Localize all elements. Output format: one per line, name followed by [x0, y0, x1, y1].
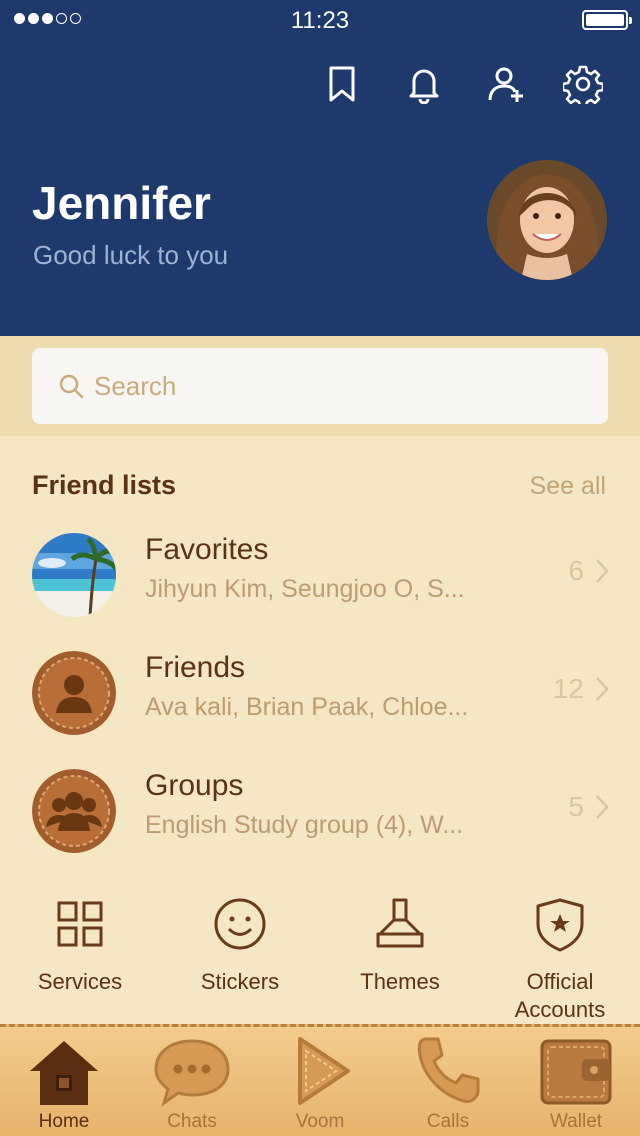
- bookmark-button[interactable]: [320, 62, 364, 106]
- friend-list-members: Ava kali, Brian Paak, Chloe...: [145, 693, 469, 721]
- tab-wallet-label: Wallet: [549, 1111, 603, 1132]
- friend-list-favorites[interactable]: Favorites Jihyun Kim, Seungjoo O, S... 6: [0, 523, 640, 633]
- themes-label: Themes: [360, 969, 440, 994]
- chevron-right-icon: [596, 559, 609, 583]
- friend-list-count: 5: [568, 791, 584, 822]
- battery-icon: [582, 10, 632, 30]
- bell-icon: [409, 69, 439, 104]
- groups-thumbnail: [32, 769, 116, 853]
- tab-home[interactable]: Home: [14, 1033, 114, 1136]
- chat-bubble-icon: [154, 1039, 230, 1107]
- search-input[interactable]: [94, 370, 574, 402]
- search-icon: [59, 374, 84, 399]
- friend-lists-title: Friend lists: [32, 470, 177, 500]
- stickers-button[interactable]: Stickers: [170, 892, 310, 1022]
- shield-star-icon: [536, 898, 584, 952]
- stickers-label: Stickers: [200, 969, 280, 994]
- friend-list-friends[interactable]: Friends Ava kali, Brian Paak, Chloe... 1…: [0, 641, 640, 751]
- friend-list-title: Favorites: [145, 533, 269, 566]
- tab-chats-label: Chats: [167, 1111, 217, 1132]
- home-icon: [30, 1041, 98, 1105]
- avatar[interactable]: [487, 160, 607, 280]
- wallet-icon: [540, 1039, 612, 1105]
- tab-voom[interactable]: Voom: [270, 1033, 370, 1136]
- notifications-button[interactable]: [402, 62, 446, 106]
- search-bar-area: [0, 336, 640, 436]
- friend-list-members: Jihyun Kim, Seungjoo O, S...: [145, 575, 465, 603]
- tab-chats[interactable]: Chats: [142, 1033, 242, 1136]
- tab-calls-label: Calls: [426, 1111, 470, 1132]
- friend-list-groups[interactable]: Groups English Study group (4), W... 5: [0, 759, 640, 869]
- bottom-tab-bar: Home Chats Voom Calls Wallet: [0, 1024, 640, 1136]
- gear-icon: [563, 65, 603, 104]
- chevron-right-icon: [596, 795, 609, 819]
- tab-voom-label: Voom: [295, 1111, 345, 1132]
- brush-icon: [376, 898, 424, 948]
- friend-list-title: Groups: [145, 769, 244, 802]
- add-friend-button[interactable]: [484, 62, 528, 106]
- grid-icon: [57, 901, 103, 947]
- friend-list-title: Friends: [145, 651, 246, 684]
- official-accounts-button[interactable]: Official Accounts: [490, 892, 630, 1022]
- friend-list-members: English Study group (4), W...: [145, 811, 464, 839]
- profile-status-message: Good luck to you: [33, 240, 229, 270]
- search-field[interactable]: [32, 348, 608, 424]
- tab-wallet[interactable]: Wallet: [526, 1033, 626, 1136]
- themes-button[interactable]: Themes: [330, 892, 470, 1022]
- favorites-thumbnail: [32, 533, 116, 617]
- bookmark-icon: [329, 66, 355, 102]
- profile-header: 11:23 Jennifer Good luck to you: [0, 0, 640, 336]
- phone-icon: [417, 1037, 480, 1103]
- tab-calls[interactable]: Calls: [398, 1033, 498, 1136]
- profile-name: Jennifer: [32, 177, 211, 229]
- smiley-icon: [214, 898, 266, 950]
- tab-home-label: Home: [38, 1111, 90, 1132]
- friends-thumbnail: [32, 651, 116, 735]
- friend-list-count: 6: [568, 555, 584, 586]
- chevron-right-icon: [596, 677, 609, 701]
- services-label: Services: [37, 969, 123, 994]
- status-bar: 11:23: [0, 0, 640, 40]
- friend-list-count: 12: [552, 673, 584, 704]
- play-icon: [298, 1037, 350, 1105]
- add-friend-icon: [488, 67, 523, 102]
- see-all-link[interactable]: See all: [530, 472, 606, 501]
- official-accounts-label: Official Accounts: [514, 969, 606, 1022]
- settings-button[interactable]: [561, 62, 605, 106]
- status-time: 11:23: [290, 7, 350, 34]
- services-button[interactable]: Services: [10, 892, 150, 1022]
